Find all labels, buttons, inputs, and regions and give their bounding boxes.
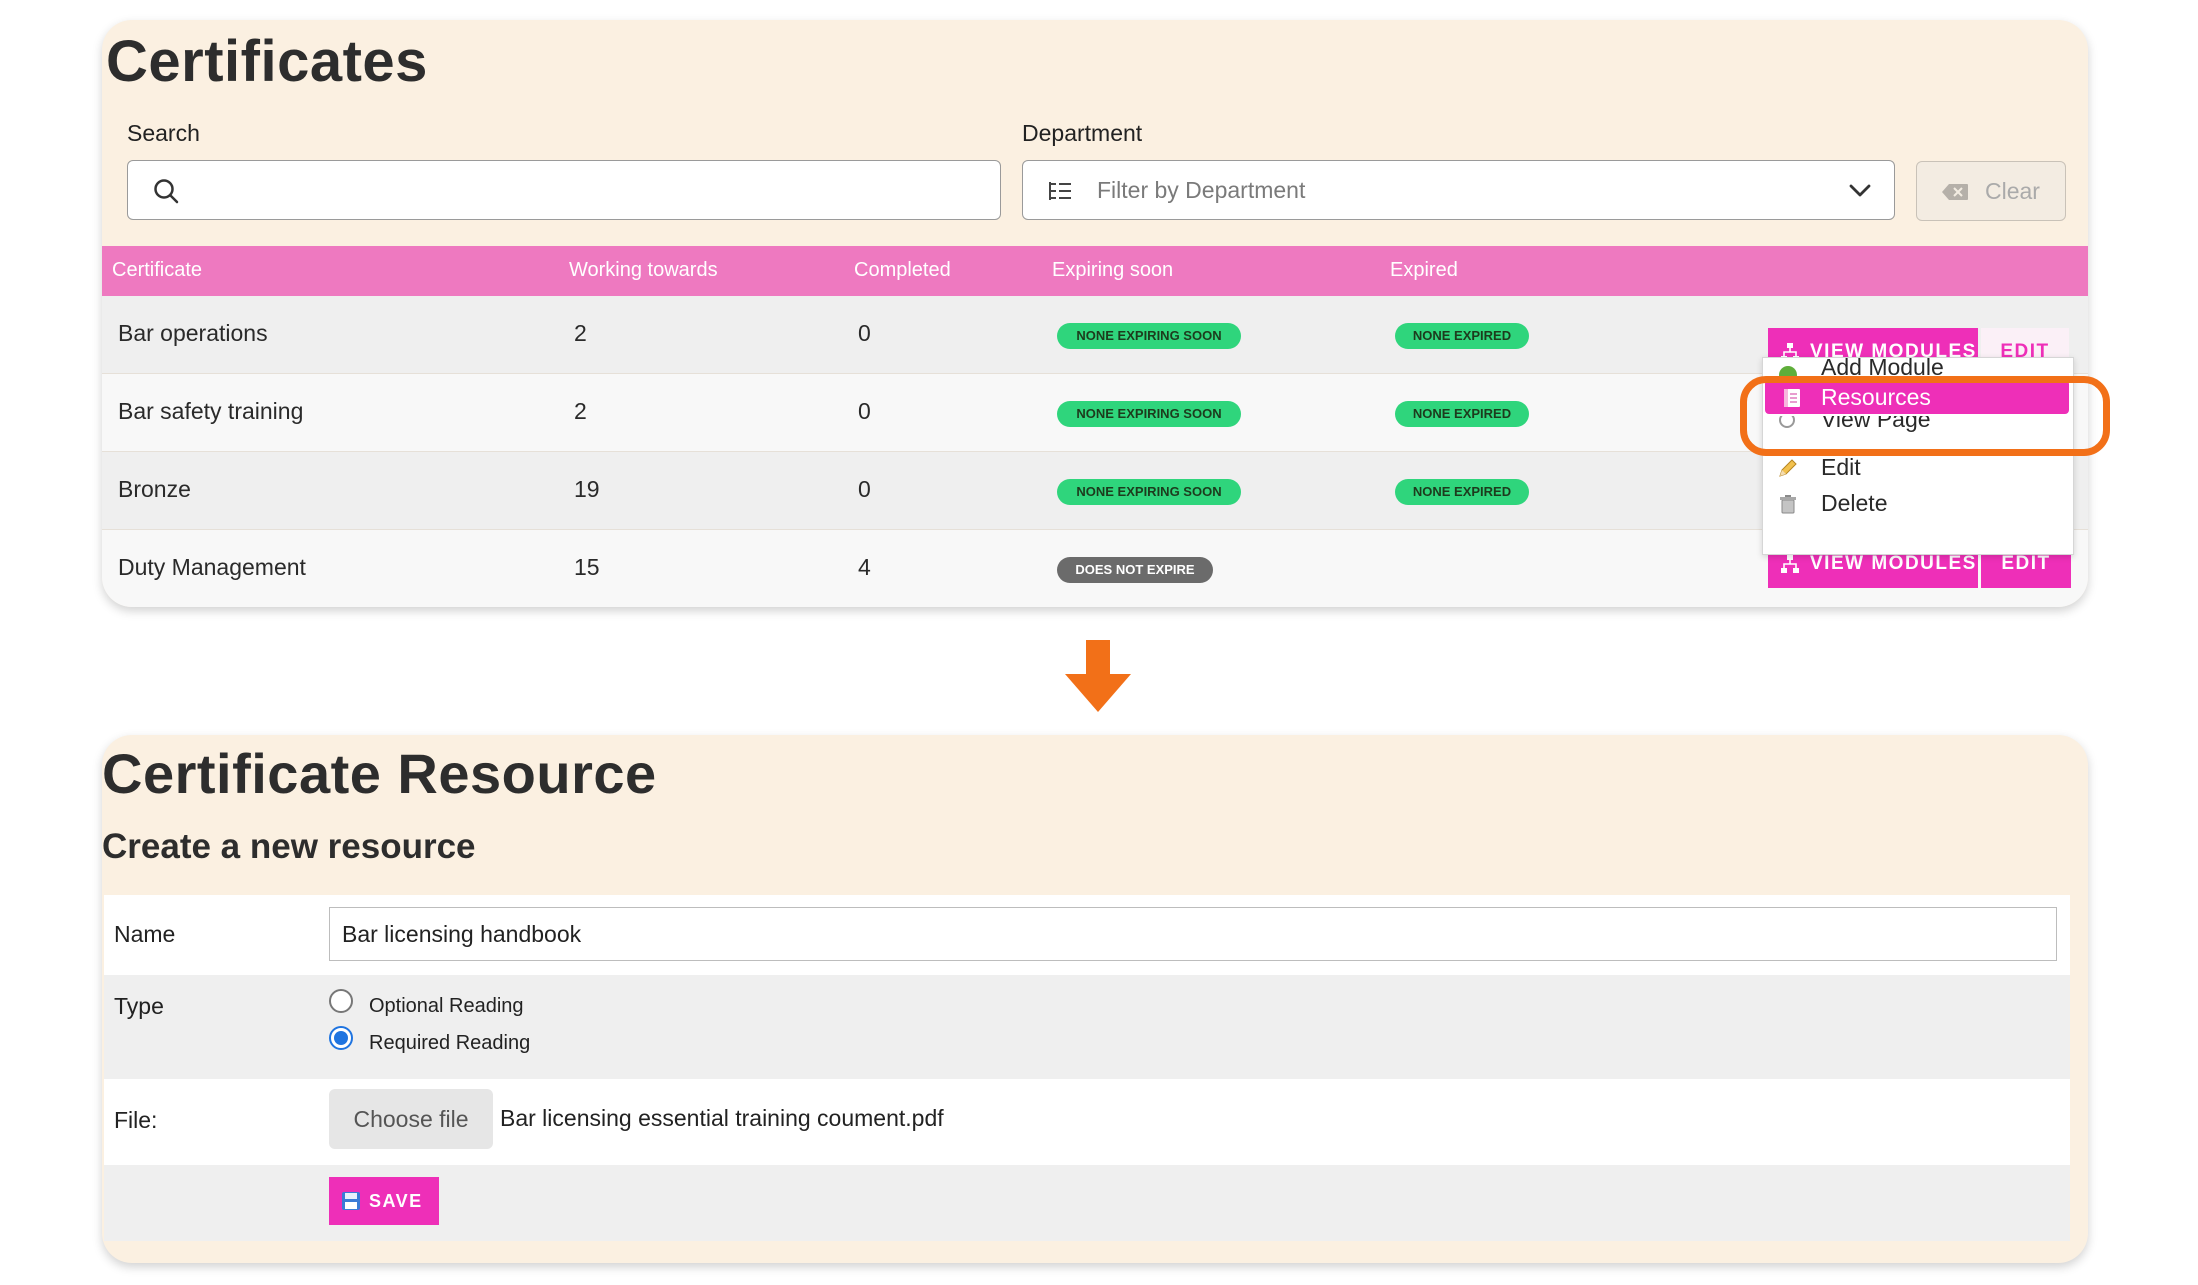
backspace-icon	[1942, 184, 1968, 200]
selected-file-name: Bar licensing essential training coument…	[500, 1105, 944, 1131]
search-label: Search	[127, 120, 200, 146]
completed-count: 0	[858, 320, 871, 346]
completed-count: 0	[858, 476, 871, 502]
radio-required-reading[interactable]	[329, 1026, 353, 1050]
save-button[interactable]: SAVE	[329, 1177, 439, 1225]
menu-item-label: Edit	[1821, 454, 1861, 480]
hierarchy-icon	[1781, 555, 1799, 573]
pencil-icon	[1779, 459, 1797, 477]
resource-subtitle: Create a new resource	[102, 827, 476, 866]
clear-button[interactable]: Clear	[1916, 161, 2066, 221]
clear-label: Clear	[1985, 178, 2040, 204]
expired-badge: NONE EXPIRED	[1395, 401, 1529, 427]
department-placeholder: Filter by Department	[1097, 177, 1306, 203]
menu-item-add-module[interactable]: Add Module	[1763, 358, 2075, 378]
expiring-badge: NONE EXPIRING SOON	[1057, 479, 1241, 505]
department-select[interactable]: Filter by Department	[1022, 160, 1895, 220]
department-label: Department	[1022, 120, 1143, 146]
resource-page-title: Certificate Resource	[102, 742, 657, 805]
arrow-down-icon	[1065, 640, 1131, 712]
type-label: Type	[114, 993, 164, 1019]
trash-icon	[1780, 495, 1796, 514]
search-icon	[154, 179, 179, 204]
radio-optional-label: Optional Reading	[369, 995, 524, 1017]
save-label: SAVE	[369, 1191, 423, 1211]
choose-file-button[interactable]: Choose file	[329, 1089, 493, 1149]
save-row: SAVE	[104, 1165, 2070, 1241]
name-input[interactable]: Bar licensing handbook	[329, 907, 2057, 961]
resources-highlight-annotation	[1740, 376, 2110, 456]
chevron-down-icon	[1849, 184, 1871, 197]
working-count: 19	[574, 476, 600, 502]
certificate-resource-panel: Certificate Resource Create a new resour…	[102, 735, 2088, 1263]
expired-badge: NONE EXPIRED	[1395, 479, 1529, 505]
expiring-badge: NONE EXPIRING SOON	[1057, 401, 1241, 427]
completed-count: 0	[858, 398, 871, 424]
search-input[interactable]	[127, 160, 1001, 220]
type-row: Type Optional Reading Required Reading	[104, 975, 2070, 1079]
expiring-badge: DOES NOT EXPIRE	[1057, 557, 1213, 583]
name-row: Name Bar licensing handbook	[104, 895, 2070, 975]
certificate-name: Bar safety training	[118, 398, 304, 424]
floppy-disk-icon	[342, 1192, 360, 1210]
name-label: Name	[114, 921, 176, 947]
certificate-name: Bronze	[118, 476, 191, 502]
table-header: Certificate Working towards Completed Ex…	[102, 246, 2088, 296]
expiring-badge: NONE EXPIRING SOON	[1057, 323, 1241, 349]
working-count: 2	[574, 320, 587, 346]
certificate-name: Bar operations	[118, 320, 268, 346]
working-count: 2	[574, 398, 587, 424]
working-count: 15	[574, 554, 600, 580]
menu-item-label: Delete	[1821, 490, 1888, 516]
file-label: File:	[114, 1107, 158, 1133]
radio-required-label: Required Reading	[369, 1032, 531, 1054]
file-row: File: Choose file Bar licensing essentia…	[104, 1079, 2070, 1165]
column-header-expired: Expired	[1390, 259, 1458, 281]
page-title: Certificates	[106, 29, 428, 94]
filter-list-icon	[1049, 182, 1071, 200]
radio-optional-reading[interactable]	[329, 989, 353, 1013]
certificates-panel: Certificates Search Department Filter by…	[102, 20, 2088, 607]
column-header-expiring: Expiring soon	[1052, 259, 1174, 281]
certificate-name: Duty Management	[118, 554, 306, 580]
menu-item-label: Add Module	[1821, 358, 1944, 378]
column-header-certificate: Certificate	[112, 259, 203, 281]
column-header-working: Working towards	[569, 259, 718, 281]
completed-count: 4	[858, 554, 871, 580]
column-header-completed: Completed	[854, 259, 951, 281]
expired-badge: NONE EXPIRED	[1395, 323, 1529, 349]
menu-item-delete[interactable]: Delete	[1763, 486, 2075, 520]
